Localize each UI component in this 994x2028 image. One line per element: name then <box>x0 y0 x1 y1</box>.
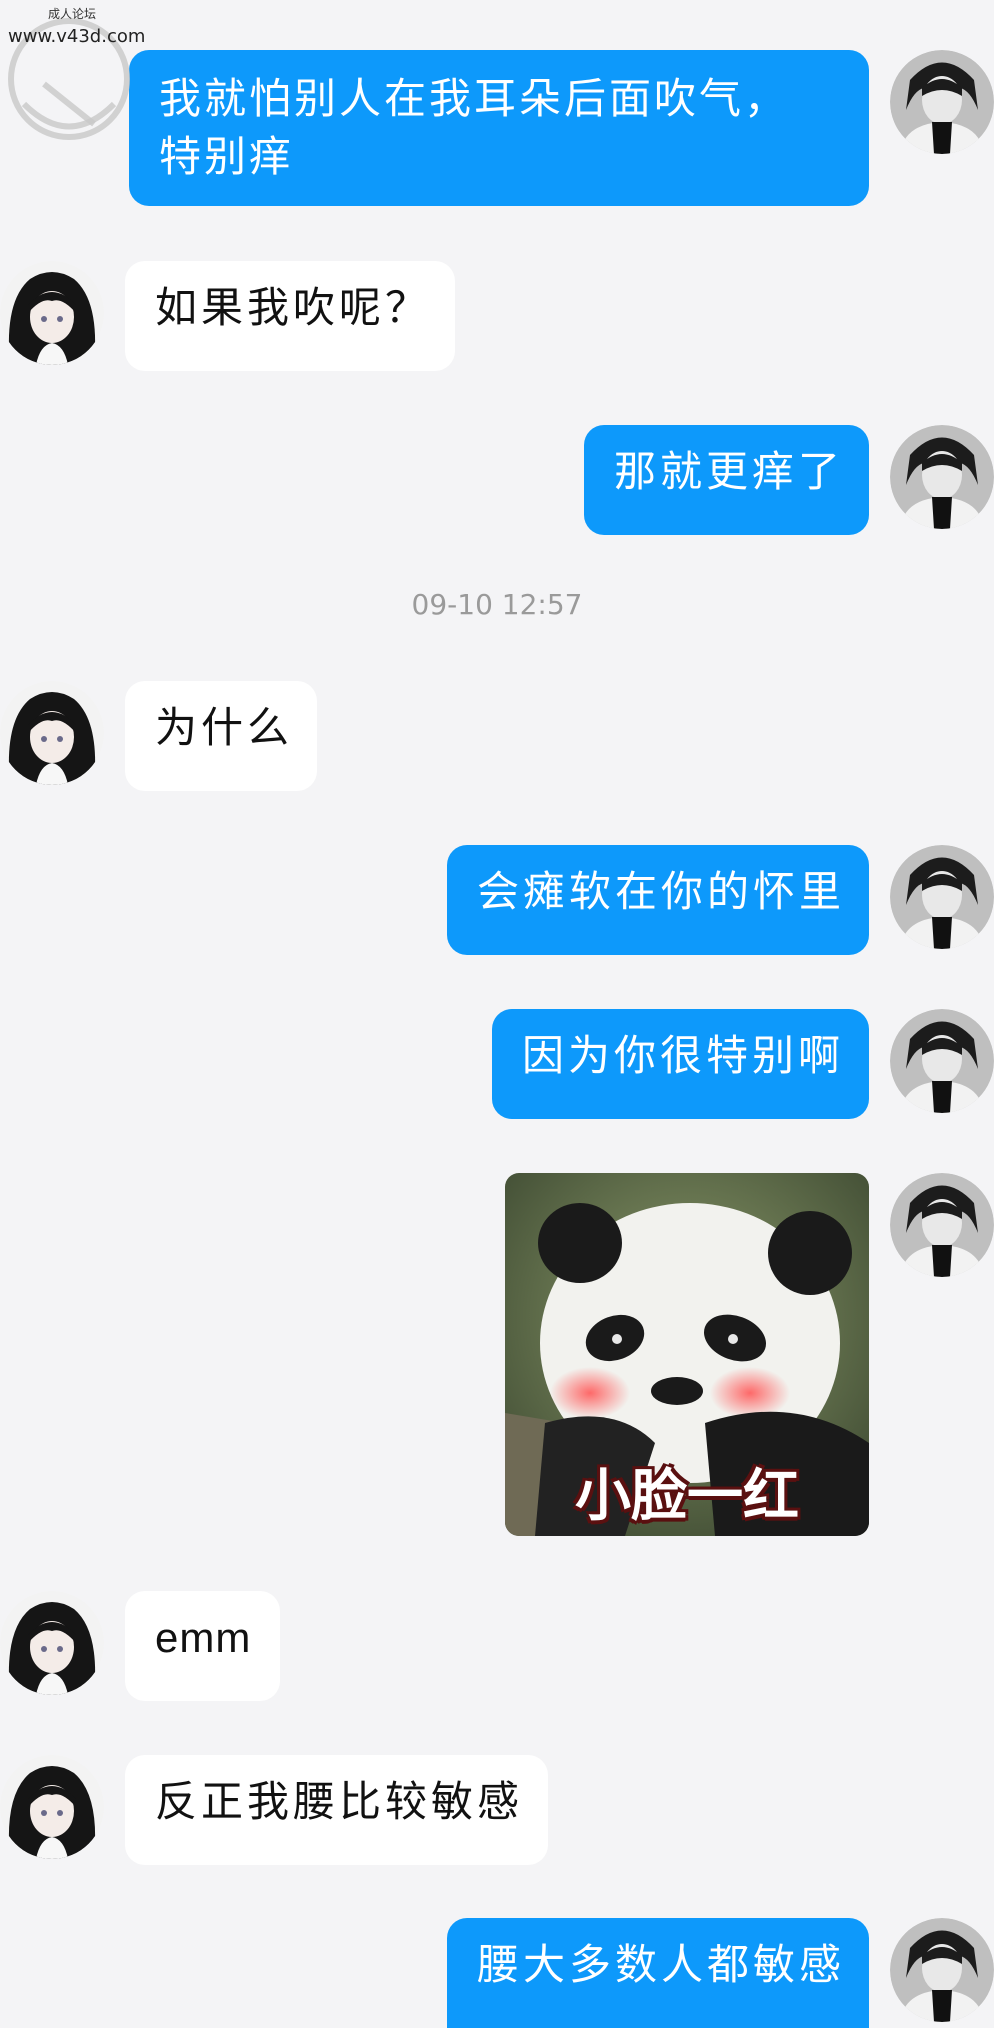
message-line: 特别痒 <box>159 132 295 181</box>
message-bubble-incoming[interactable]: 如果我吹呢？ <box>125 261 455 371</box>
my-avatar[interactable] <box>890 1009 994 1113</box>
watermark-ring-icon <box>8 18 130 140</box>
watermark-site: www.v43d.com <box>8 26 146 47</box>
male-avatar-icon <box>890 425 994 529</box>
her-avatar[interactable] <box>0 1591 104 1695</box>
watermark: 成人论坛 www.v43d.com <box>0 0 150 150</box>
message-text: 会瘫软在你的怀里 <box>477 867 846 916</box>
message-bubble-incoming[interactable]: emm <box>125 1591 280 1701</box>
watermark-top-text: 成人论坛 <box>48 7 97 21</box>
female-avatar-icon <box>0 1755 104 1859</box>
female-avatar-icon <box>0 261 104 365</box>
her-avatar[interactable] <box>0 681 104 785</box>
male-avatar-icon <box>890 50 994 154</box>
message-bubble-outgoing[interactable]: 腰大多数人都敏感 <box>447 1918 869 2028</box>
timestamp: 09-10 12:57 <box>411 588 583 621</box>
male-avatar-icon <box>890 845 994 949</box>
male-avatar-icon <box>890 1173 994 1277</box>
my-avatar[interactable] <box>890 1918 994 2022</box>
sticker-caption: 小脸一红 <box>575 1464 799 1529</box>
message-bubble-incoming[interactable]: 反正我腰比较敏感 <box>125 1755 548 1865</box>
message-text: 因为你很特别啊 <box>522 1031 845 1080</box>
her-avatar[interactable] <box>0 1755 104 1859</box>
message-text: 那就更痒了 <box>614 447 845 496</box>
my-avatar[interactable] <box>890 1173 994 1277</box>
male-avatar-icon <box>890 1918 994 2022</box>
female-avatar-icon <box>0 681 104 785</box>
her-avatar[interactable] <box>0 261 104 365</box>
message-text: 腰大多数人都敏感 <box>477 1940 846 1989</box>
female-avatar-icon <box>0 1591 104 1695</box>
panda-sticker[interactable]: 小脸一红 <box>505 1173 869 1536</box>
message-bubble-outgoing[interactable]: 我就怕别人在我耳朵后面吹气， 特别痒 <box>129 50 869 206</box>
message-bubble-outgoing[interactable]: 会瘫软在你的怀里 <box>447 845 869 955</box>
my-avatar[interactable] <box>890 50 994 154</box>
my-avatar[interactable] <box>890 845 994 949</box>
message-text: emm <box>155 1614 252 1661</box>
message-text: 如果我吹呢？ <box>155 283 432 332</box>
message-bubble-outgoing[interactable]: 因为你很特别啊 <box>492 1009 869 1119</box>
message-text: 为什么 <box>155 703 294 752</box>
message-line: 我就怕别人在我耳朵后面吹气， <box>159 74 790 123</box>
message-bubble-outgoing[interactable]: 那就更痒了 <box>584 425 869 535</box>
message-bubble-incoming[interactable]: 为什么 <box>125 681 317 791</box>
message-text: 反正我腰比较敏感 <box>155 1777 524 1826</box>
male-avatar-icon <box>890 1009 994 1113</box>
my-avatar[interactable] <box>890 425 994 529</box>
